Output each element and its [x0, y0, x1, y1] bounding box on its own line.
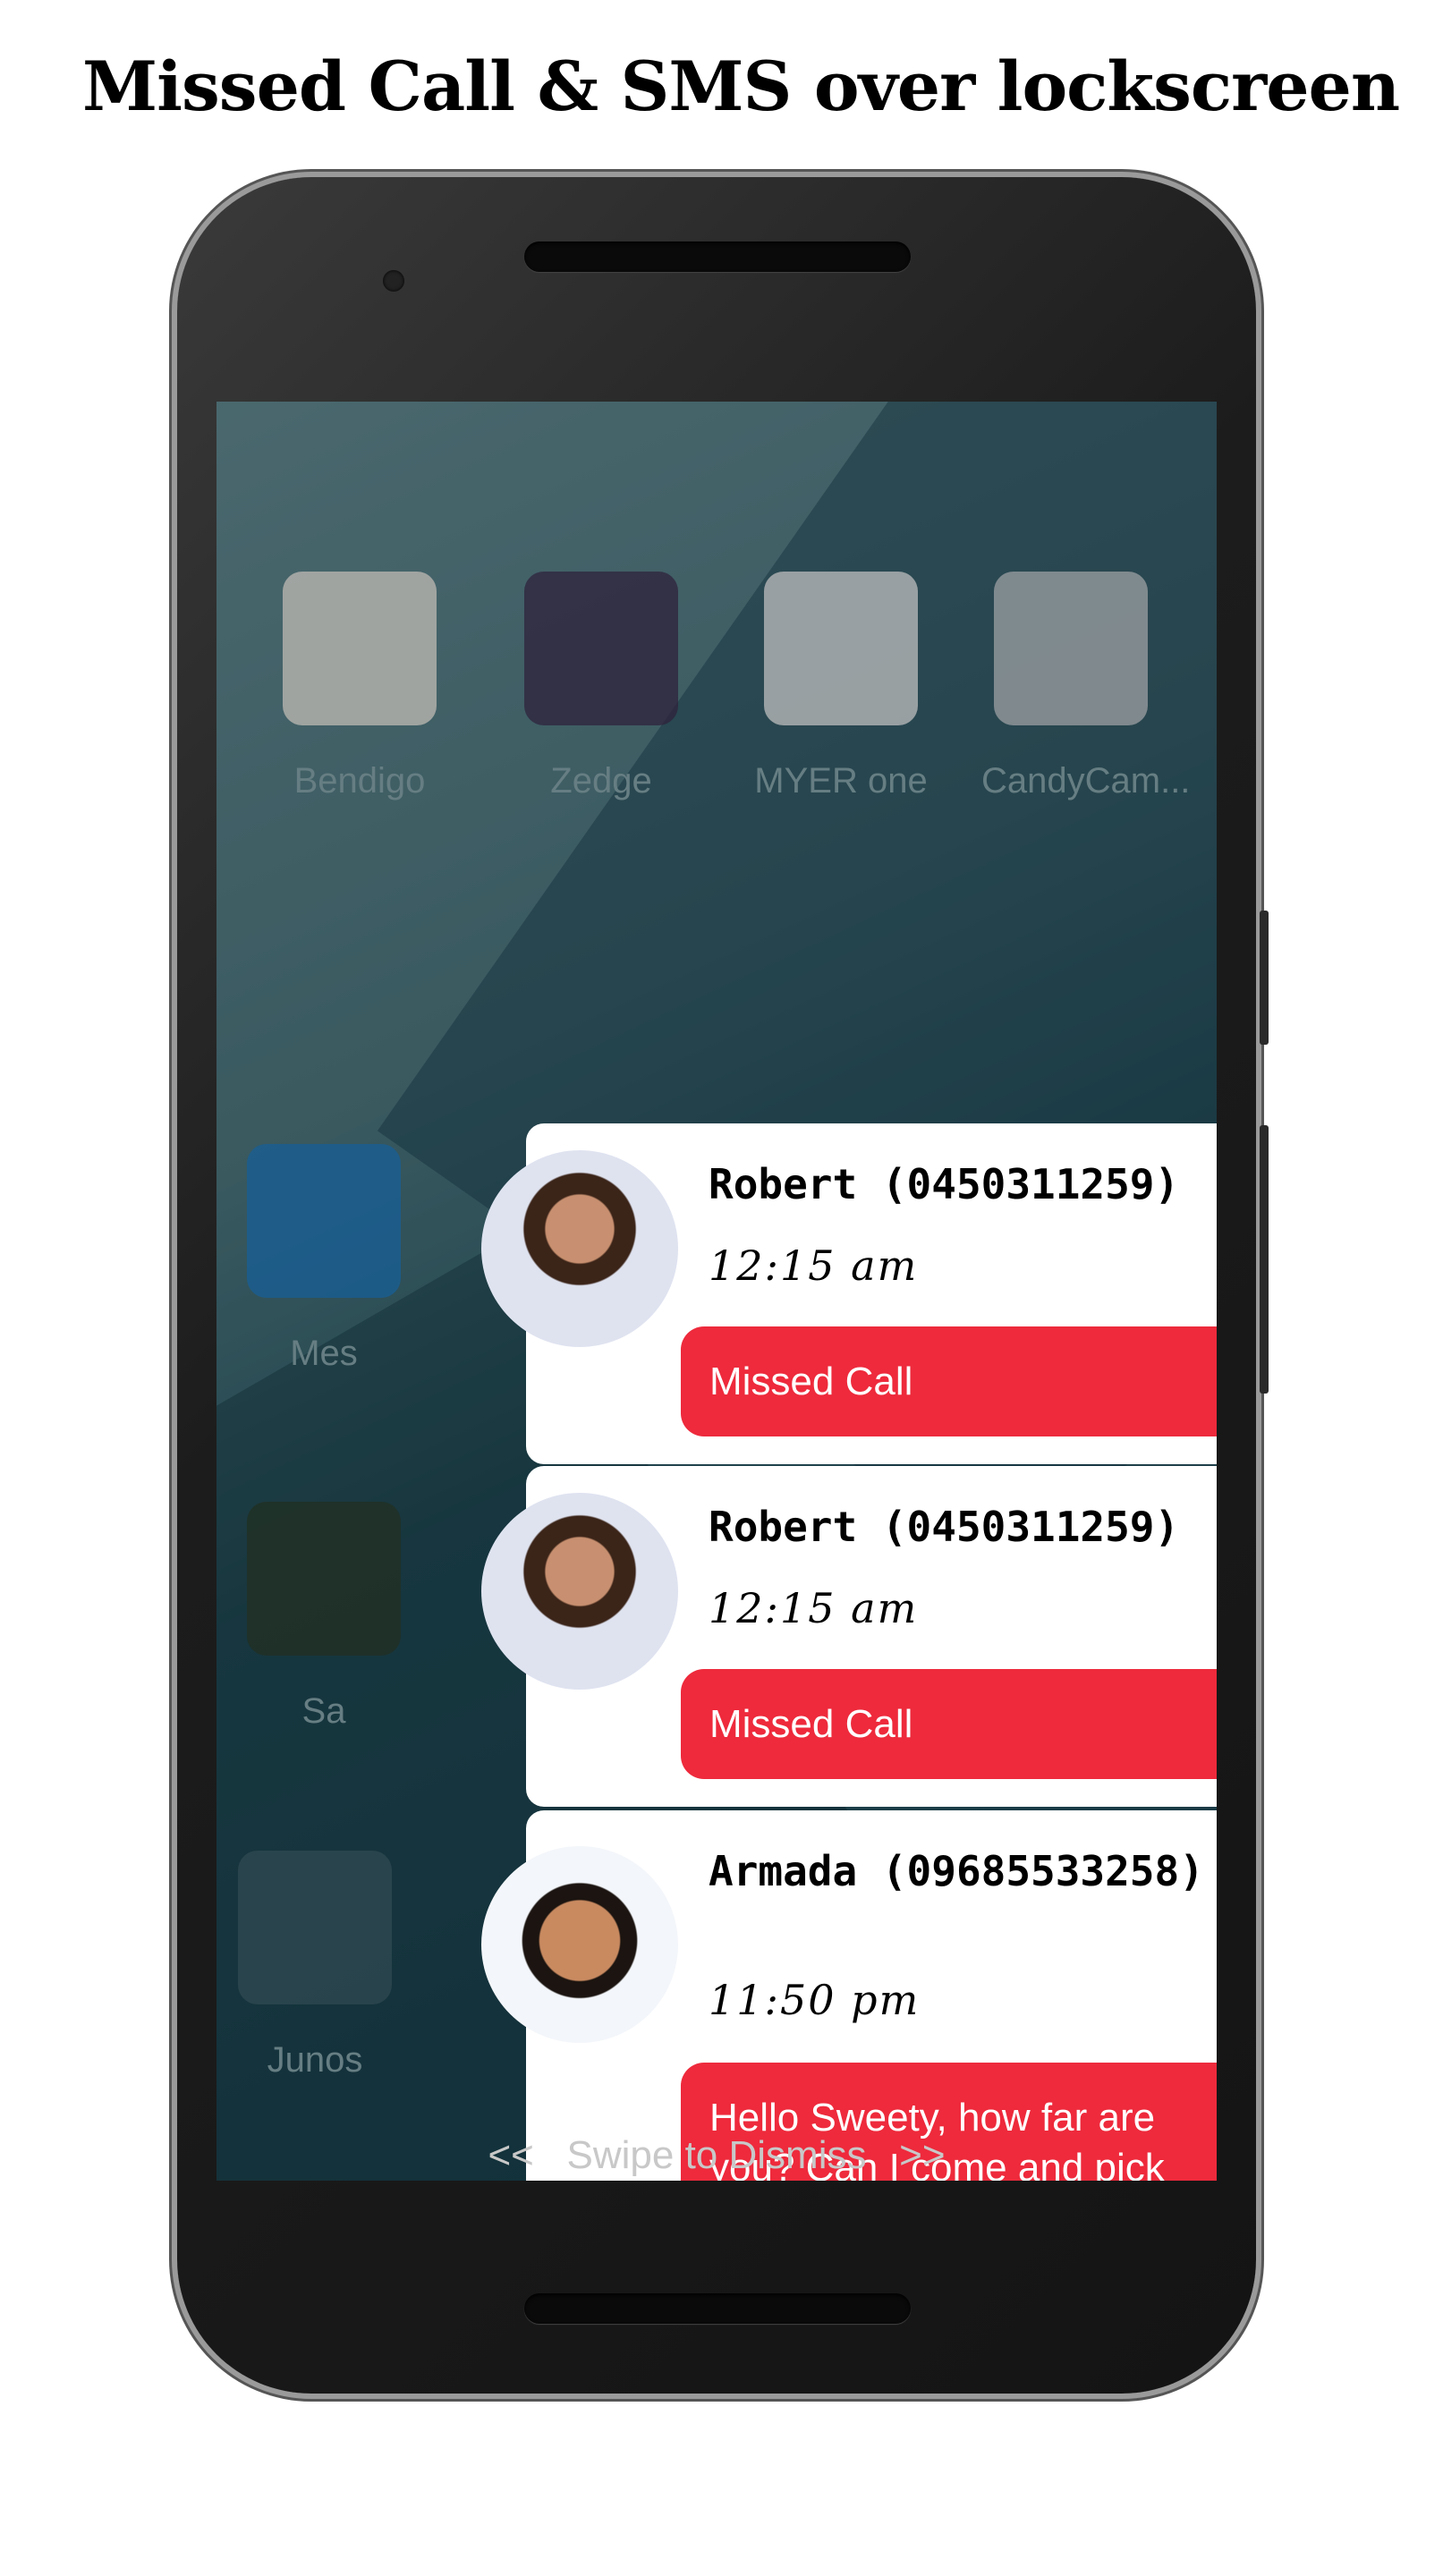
power-button [1260, 1125, 1269, 1394]
notification-card[interactable]: Robert (0450311259) 12:15 am Missed Call [481, 1466, 1217, 1807]
male-avatar [481, 1150, 678, 1347]
front-camera [383, 270, 404, 292]
phone-frame: BendigoZedgeMYER oneCandyCam...MesaceSal… [177, 177, 1269, 2394]
message-text: Missed Call [709, 1359, 913, 1403]
lockscreen: BendigoZedgeMYER oneCandyCam...MesaceSal… [216, 402, 1217, 2181]
missed-call-label[interactable]: Missed Call [681, 1326, 1217, 1436]
notification-time: 11:50 pm [709, 1976, 921, 2024]
notification-card[interactable]: Armada (09685533258) 11:50 pm Hello Sweety… [481, 1810, 1217, 2181]
top-speaker [524, 242, 911, 272]
notification-time: 12:15 am [709, 1584, 919, 1632]
notification-card[interactable]: Robert (0450311259) 12:15 am Missed Call [481, 1123, 1217, 1464]
volume-button [1260, 911, 1269, 1045]
contact-name: Robert (0450311259) [709, 1503, 1180, 1551]
male-avatar [481, 1493, 678, 1690]
page-title: Missed Call & SMS over lockscreen [82, 47, 1400, 126]
contact-name: Armada (09685533258) [709, 1847, 1204, 1895]
bottom-speaker [524, 2293, 911, 2324]
notification-time: 12:15 am [709, 1241, 919, 1290]
contact-name: Robert (0450311259) [709, 1160, 1180, 1208]
message-text: Missed Call [709, 1701, 913, 1746]
female-avatar [481, 1846, 678, 2043]
missed-call-label[interactable]: Missed Call [681, 1669, 1217, 1779]
swipe-to-dismiss-hint[interactable]: << Swipe to Dismiss >> [216, 2133, 1217, 2178]
